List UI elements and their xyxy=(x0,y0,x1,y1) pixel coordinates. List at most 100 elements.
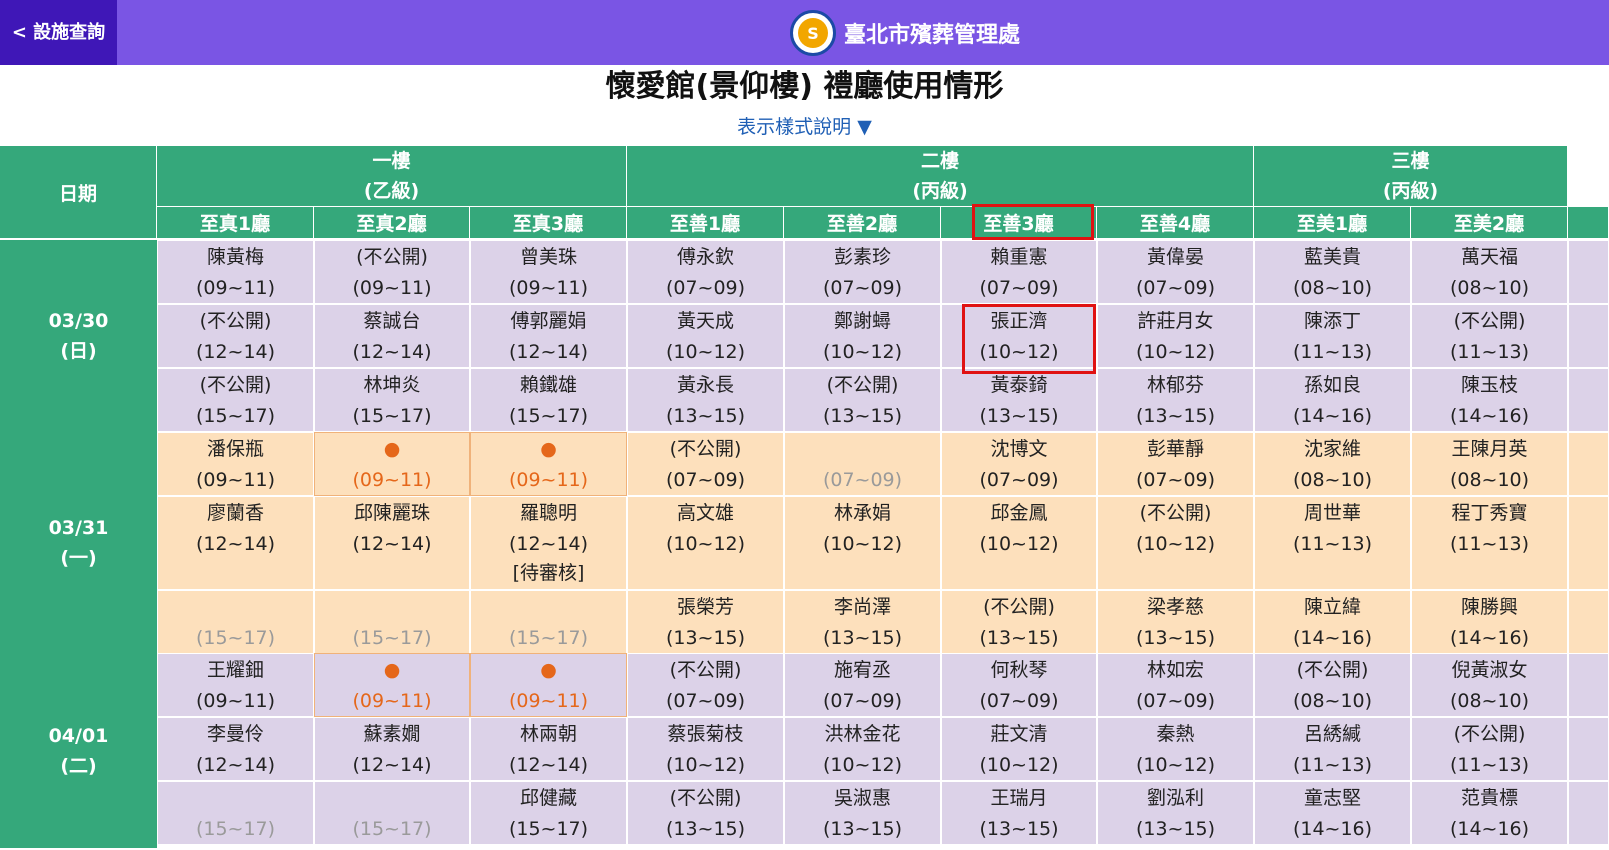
time-slot: (13~15) xyxy=(1135,405,1216,427)
time-slot: (09~11) xyxy=(508,277,589,299)
deceased-name: 秦熱 xyxy=(1156,723,1195,745)
time-slot: (09~11) xyxy=(508,690,589,712)
deceased-name: 邱陳麗珠 xyxy=(353,502,430,524)
hall-header[interactable]: 至善1廳 xyxy=(627,207,784,239)
time-slot: (07~09) xyxy=(1135,690,1216,712)
booking-slot: 沈家維 (08~10) xyxy=(1254,432,1411,496)
time-slot: (08~10) xyxy=(1449,469,1530,491)
available-dot: ● xyxy=(383,659,401,681)
booking-slot: 王瑞月 (13~15) xyxy=(941,781,1097,845)
time-slot: (14~16) xyxy=(1292,627,1373,649)
booking-slot: 黃永長 (13~15) xyxy=(627,368,784,432)
time-slot: (11~13) xyxy=(1449,754,1530,776)
deceased-name: 黃天成 xyxy=(676,310,734,332)
booking-slot: 沈博文 (07~09) xyxy=(941,432,1097,496)
booking-slot: (15~17) xyxy=(157,781,314,845)
hall-header[interactable]: 至美2廳 xyxy=(1411,207,1568,239)
available-slot[interactable]: ● (09~11) xyxy=(314,653,470,717)
weekday-value: (一) xyxy=(60,546,97,569)
deceased-name: 王瑞月 xyxy=(990,787,1048,809)
hall-header[interactable]: 至真1廳 xyxy=(157,207,314,239)
overflow-slot xyxy=(1568,496,1609,590)
time-slot: (14~16) xyxy=(1292,818,1373,840)
booking-slot: 吳淑惠 (13~15) xyxy=(784,781,941,845)
available-slot[interactable]: ● (09~11) xyxy=(314,432,470,496)
hall-header[interactable]: 至真3廳 xyxy=(470,207,627,239)
hall-header[interactable]: 至善3廳 xyxy=(941,207,1097,239)
deceased-name: (不公開) xyxy=(356,246,428,268)
time-slot: (08~10) xyxy=(1449,690,1530,712)
booking-slot: 洪林金花 (10~12) xyxy=(784,717,941,781)
hall-name: 至真1廳 xyxy=(199,213,271,235)
available-dot: ● xyxy=(540,659,557,681)
review-status: [待審核] xyxy=(512,562,585,584)
booking-slot: 林承娟 (10~12) xyxy=(784,496,941,590)
deceased-name: 蘇素嫺 xyxy=(363,723,421,745)
deceased-name: 賴重憲 xyxy=(990,246,1048,268)
date-cell: 03/30 (日) xyxy=(0,240,157,434)
time-slot: (15~17) xyxy=(195,405,276,427)
hall-header[interactable]: 至真2廳 xyxy=(314,207,470,239)
deceased-name: 曾美珠 xyxy=(519,246,577,268)
time-slot: (13~15) xyxy=(822,405,903,427)
legend-toggle-link[interactable]: 表示樣式說明 ▼ xyxy=(0,112,1609,142)
time-slot: (15~17) xyxy=(508,405,589,427)
deceased-name: 程丁秀寶 xyxy=(1451,502,1528,524)
booking-slot: 劉泓利 (13~15) xyxy=(1097,781,1254,845)
booking-slot: 藍美貴 (08~10) xyxy=(1254,240,1411,304)
booking-slot: (07~09) xyxy=(784,432,941,496)
time-slot: (15~17) xyxy=(352,818,432,840)
deceased-name: 林坤炎 xyxy=(363,374,421,396)
deceased-name: 傅永欽 xyxy=(676,246,734,268)
booking-slot: 王耀鈿 (09~11) xyxy=(157,653,314,717)
time-slot: (09~11) xyxy=(195,690,276,712)
time-slot: (07~09) xyxy=(822,277,903,299)
deceased-name: 黃偉晏 xyxy=(1146,246,1204,268)
overflow-slot xyxy=(1568,304,1609,368)
available-slot[interactable]: ● (09~11) xyxy=(470,432,627,496)
deceased-name: (不公開) xyxy=(983,596,1055,618)
time-slot: (14~16) xyxy=(1449,818,1530,840)
deceased-name: 王陳月英 xyxy=(1451,438,1528,460)
booking-slot: 林兩朝 (12~14) xyxy=(470,717,627,781)
booking-slot: 蔡誠台 (12~14) xyxy=(314,304,470,368)
floor-grade: (丙級) xyxy=(912,180,968,202)
booking-slot: 范貴標 (14~16) xyxy=(1411,781,1568,845)
hall-header[interactable]: 至善2廳 xyxy=(784,207,941,239)
hall-header[interactable]: 至美1廳 xyxy=(1254,207,1411,239)
time-slot: (09~11) xyxy=(195,277,276,299)
booking-slot: 萬天福 (08~10) xyxy=(1411,240,1568,304)
deceased-name: 彭華靜 xyxy=(1146,438,1204,460)
booking-slot: 呂綉緘 (11~13) xyxy=(1254,717,1411,781)
floor-header: 三樓 (丙級) xyxy=(1254,146,1568,207)
hall-name: 至善3廳 xyxy=(983,213,1054,235)
deceased-name: 高文雄 xyxy=(676,502,734,524)
time-slot: (10~12) xyxy=(665,754,746,776)
back-to-facility-search-button[interactable]: < 設施查詢 xyxy=(0,0,117,65)
deceased-name: (不公開) xyxy=(1296,659,1369,681)
org-logo-icon: S xyxy=(790,10,836,56)
deceased-name: 陳黃梅 xyxy=(206,246,264,268)
deceased-name: 倪黃淑女 xyxy=(1451,659,1528,681)
time-slot: (13~15) xyxy=(979,405,1059,427)
booking-slot: 孫如良 (14~16) xyxy=(1254,368,1411,432)
floor-header: 二樓 (丙級) xyxy=(627,146,1254,207)
time-slot: (15~17) xyxy=(195,627,276,649)
booking-slot: 曾美珠 (09~11) xyxy=(470,240,627,304)
org-name: 臺北市殯葬管理處 xyxy=(844,23,1021,48)
deceased-name: 林承娟 xyxy=(833,502,891,524)
time-slot: (12~14) xyxy=(352,754,432,776)
booking-slot: 邱金鳳 (10~12) xyxy=(941,496,1097,590)
booking-slot: (不公開) (13~15) xyxy=(627,781,784,845)
booking-slot: 秦熱 (10~12) xyxy=(1097,717,1254,781)
booking-slot: 李曼伶 (12~14) xyxy=(157,717,314,781)
time-slot: (10~12) xyxy=(979,533,1059,555)
available-slot[interactable]: ● (09~11) xyxy=(470,653,627,717)
deceased-name: 劉泓利 xyxy=(1146,787,1204,809)
hall-name: 至美2廳 xyxy=(1453,213,1525,235)
hall-header[interactable]: 至善4廳 xyxy=(1097,207,1254,239)
time-slot: (08~10) xyxy=(1292,277,1373,299)
time-slot: (09~11) xyxy=(195,469,276,491)
overflow-slot xyxy=(1568,781,1609,845)
time-slot: (07~09) xyxy=(665,469,746,491)
